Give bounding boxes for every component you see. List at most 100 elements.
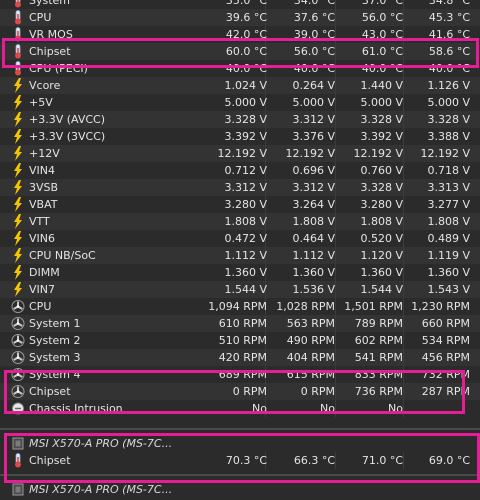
sensor-row[interactable]: System 35.0 °C 34.0 °C 37.0 °C 34.8 °C [0,0,480,9]
average-value: 1.360 V [427,266,470,279]
average-value: 1.808 V [427,215,470,228]
maximum-value: 0.760 V [360,164,403,177]
current-value: 1.112 V [224,249,267,262]
fan-icon [11,350,25,365]
current-value: 5.000 V [224,96,267,109]
grid-line [335,128,336,145]
grid-line [335,77,336,94]
sensor-name: DIMM [29,266,60,279]
minimum-value: 34.0 °C [293,0,335,7]
minimum-value: 404 RPM [286,351,335,364]
grid-line [335,264,336,281]
minimum-value: 3.376 V [292,130,335,143]
thermometer-icon [11,0,25,8]
sensor-row[interactable]: +3.3V (AVCC) 3.328 V 3.312 V 3.328 V 3.328 V [0,111,480,128]
average-value: 660 RPM [421,317,470,330]
lightning-icon [11,78,25,93]
average-value: 34.8 °C [428,0,470,7]
sensor-row[interactable]: CPU 1,094 RPM 1,028 RPM 1,501 RPM 1,230 RPM [0,298,480,315]
grid-line [403,94,404,111]
sensor-row[interactable]: System 3 420 RPM 404 RPM 541 RPM 456 RPM [0,349,480,366]
current-value: 39.6 °C [225,11,267,24]
sensor-row[interactable]: CPU 39.6 °C 37.6 °C 56.0 °C 45.3 °C [0,9,480,26]
maximum-value: 3.328 V [360,113,403,126]
sensor-row[interactable]: CPU NB/SoC 1.112 V 1.112 V 1.120 V 1.119 V [0,247,480,264]
grid-line [403,145,404,162]
maximum-value: 541 RPM [354,351,403,364]
maximum-value: 12.192 V [353,147,403,160]
grid-line [403,128,404,145]
sensor-row[interactable]: System 2 510 RPM 490 RPM 602 RPM 534 RPM [0,332,480,349]
maximum-value: 3.328 V [360,181,403,194]
section-separator [0,428,480,430]
lightning-icon [11,265,25,280]
sensor-row[interactable]: VIN7 1.544 V 1.536 V 1.544 V 1.543 V [0,281,480,298]
sensor-name: VIN7 [29,283,55,296]
device-header-row[interactable]: MSI X570-A PRO (MS-7C... [0,481,480,498]
maximum-value: 3.280 V [360,198,403,211]
average-value: 3.277 V [427,198,470,211]
current-value: 12.192 V [217,147,267,160]
maximum-value: 1,501 RPM [344,300,403,313]
maximum-value: 1.808 V [360,215,403,228]
sensor-name: VIN6 [29,232,55,245]
sensor-name: CPU [29,300,52,313]
lightning-icon [11,180,25,195]
sensor-row[interactable]: System 1 610 RPM 563 RPM 789 RPM 660 RPM [0,315,480,332]
minimum-value: 3.312 V [292,113,335,126]
current-value: 3.392 V [224,130,267,143]
grid-line [335,94,336,111]
maximum-value: 1.120 V [360,249,403,262]
current-value: 35.0 °C [225,0,267,7]
current-value: 3.328 V [224,113,267,126]
lightning-icon [11,282,25,297]
maximum-value: 1.544 V [360,283,403,296]
current-value: 1.024 V [224,79,267,92]
sensor-name: +5V [29,96,53,109]
current-value: 1,094 RPM [208,300,267,313]
grid-line [403,111,404,128]
sensor-name: System [29,0,71,7]
average-value: 5.000 V [427,96,470,109]
maximum-value: 3.392 V [360,130,403,143]
thermometer-icon [11,10,25,25]
minimum-value: 563 RPM [286,317,335,330]
grid-line [335,162,336,179]
sensor-name: CPU [29,11,52,24]
maximum-value: 602 RPM [354,334,403,347]
sensor-name: VTT [29,215,50,228]
sensor-row[interactable]: VBAT 3.280 V 3.264 V 3.280 V 3.277 V [0,196,480,213]
sensor-name: System 2 [29,334,81,347]
sensor-row[interactable]: VIN6 0.472 V 0.464 V 0.520 V 0.489 V [0,230,480,247]
sensor-row[interactable]: +12V 12.192 V 12.192 V 12.192 V 12.192 V [0,145,480,162]
sensor-name: System 3 [29,351,81,364]
sensor-row[interactable]: 3VSB 3.312 V 3.312 V 3.328 V 3.313 V [0,179,480,196]
grid-line [403,315,404,332]
current-value: 510 RPM [218,334,267,347]
current-value: 3.312 V [224,181,267,194]
fan-icon [11,299,25,314]
minimum-value: 1.536 V [292,283,335,296]
lightning-icon [11,248,25,263]
average-value: 1.126 V [427,79,470,92]
sensor-row[interactable]: Vcore 1.024 V 0.264 V 1.440 V 1.126 V [0,77,480,94]
sensor-row[interactable]: +5V 5.000 V 5.000 V 5.000 V 5.000 V [0,94,480,111]
average-value: 1.119 V [427,249,470,262]
sensor-row[interactable]: DIMM 1.360 V 1.360 V 1.360 V 1.360 V [0,264,480,281]
average-value: 534 RPM [421,334,470,347]
sensor-name: System 1 [29,317,81,330]
sensor-row[interactable]: +3.3V (3VCC) 3.392 V 3.376 V 3.392 V 3.388 V [0,128,480,145]
grid-line [403,247,404,264]
current-value: 1.544 V [224,283,267,296]
lightning-icon [11,163,25,178]
grid-line [403,9,404,26]
minimum-value: 0.264 V [292,79,335,92]
sensor-name: 3VSB [29,181,59,194]
minimum-value: 37.6 °C [293,11,335,24]
highlight-box-board-chipset [4,433,480,483]
grid-line [335,332,336,349]
lightning-icon [11,146,25,161]
sensor-row[interactable]: VTT 1.808 V 1.808 V 1.808 V 1.808 V [0,213,480,230]
lightning-icon [11,231,25,246]
sensor-row[interactable]: VIN4 0.712 V 0.696 V 0.760 V 0.718 V [0,162,480,179]
